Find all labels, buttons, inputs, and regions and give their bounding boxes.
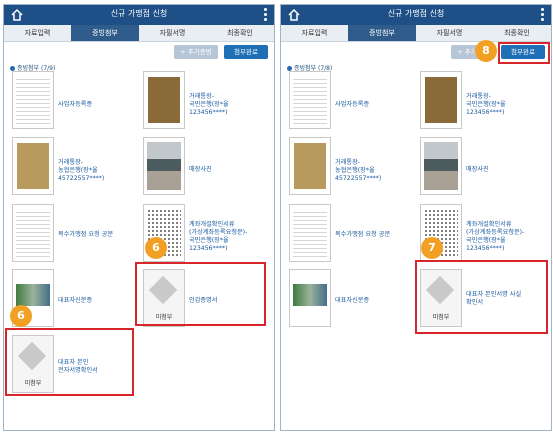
step-4: 최종확인 <box>504 29 530 37</box>
highlight-box <box>415 260 548 334</box>
doc-label[interactable]: 거래통장- 국민은행(장*율 123456****) <box>189 93 229 117</box>
doc-label[interactable]: 거래통장- 농협은행(장*율 45722557****) <box>58 159 104 183</box>
doc-thumbnail[interactable] <box>12 137 54 195</box>
highlight-box <box>135 262 266 326</box>
doc-label[interactable]: 사업자등록증 <box>58 101 92 109</box>
doc-label[interactable]: 사업자등록증 <box>335 101 369 109</box>
doc-label[interactable]: 거래통장- 국민은행(장*율 123456****) <box>466 93 506 117</box>
doc-thumbnail[interactable] <box>289 269 331 327</box>
highlight-box <box>498 42 550 64</box>
step-badge: 6 <box>10 305 32 327</box>
add-document-button[interactable]: + 추가증빙 <box>174 45 218 59</box>
doc-label[interactable]: 계좌개설확인서류 (가상계좌등록요청문)- 국민은행(장*율 123456***… <box>189 221 247 253</box>
step-2: 증빙첨부 <box>348 25 416 41</box>
doc-thumbnail[interactable] <box>289 137 331 195</box>
doc-label[interactable]: 대표자신분증 <box>58 297 92 305</box>
doc-thumbnail[interactable] <box>12 204 54 262</box>
step-2: 증빙첨부 <box>71 25 139 41</box>
doc-thumbnail[interactable] <box>289 71 331 129</box>
page-title: 신규 가맹점 신청 <box>110 9 168 18</box>
page-title: 신규 가맹점 신청 <box>387 9 445 18</box>
step-bar: 자료입력 증빙첨부 자필서명 최종확인 <box>4 25 274 42</box>
step-badge: 6 <box>145 237 167 259</box>
doc-label[interactable]: 복수가맹점 요청 공문 <box>335 231 390 239</box>
doc-label[interactable]: 매장사진 <box>189 166 212 174</box>
doc-label[interactable]: 복수가맹점 요청 공문 <box>58 231 113 239</box>
doc-thumbnail[interactable] <box>289 204 331 262</box>
doc-label[interactable]: 매장사진 <box>466 166 489 174</box>
left-screen: 신규 가맹점 신청 자료입력 증빙첨부 자필서명 최종확인 + 추가증빙 첨부완… <box>3 4 275 431</box>
step-1: 자료입력 <box>301 29 328 37</box>
doc-thumbnail[interactable] <box>143 137 185 195</box>
step-badge: 7 <box>421 237 443 259</box>
highlight-box <box>5 328 134 396</box>
step-badge: 8 <box>475 40 497 62</box>
step-1: 자료입력 <box>24 29 51 37</box>
doc-thumbnail[interactable] <box>143 71 185 129</box>
step-bar: 자료입력 증빙첨부 자필서명 최종확인 <box>281 25 551 42</box>
doc-label[interactable]: 거래통장- 농협은행(장*율 45722557****) <box>335 159 381 183</box>
step-3: 자필서명 <box>159 29 186 37</box>
doc-label[interactable]: 계좌개설확인서류 (가상계좌등록요청문)- 국민은행(장*율 123456***… <box>466 221 524 253</box>
doc-thumbnail[interactable] <box>420 71 462 129</box>
doc-thumbnail[interactable] <box>12 71 54 129</box>
app-header: 신규 가맹점 신청 <box>4 5 274 25</box>
attach-complete-button[interactable]: 첨부완료 <box>224 45 268 59</box>
more-menu-icon[interactable] <box>541 8 545 22</box>
right-screen: 신규 가맹점 신청 자료입력 증빙첨부 자필서명 최종확인 + 추가증빙 첨부완… <box>280 4 552 431</box>
doc-thumbnail[interactable] <box>420 137 462 195</box>
more-menu-icon[interactable] <box>264 8 268 22</box>
step-4: 최종확인 <box>227 29 253 37</box>
app-header: 신규 가맹점 신청 <box>281 5 551 25</box>
doc-label[interactable]: 대표자신분증 <box>335 297 369 305</box>
step-3: 자필서명 <box>436 29 463 37</box>
